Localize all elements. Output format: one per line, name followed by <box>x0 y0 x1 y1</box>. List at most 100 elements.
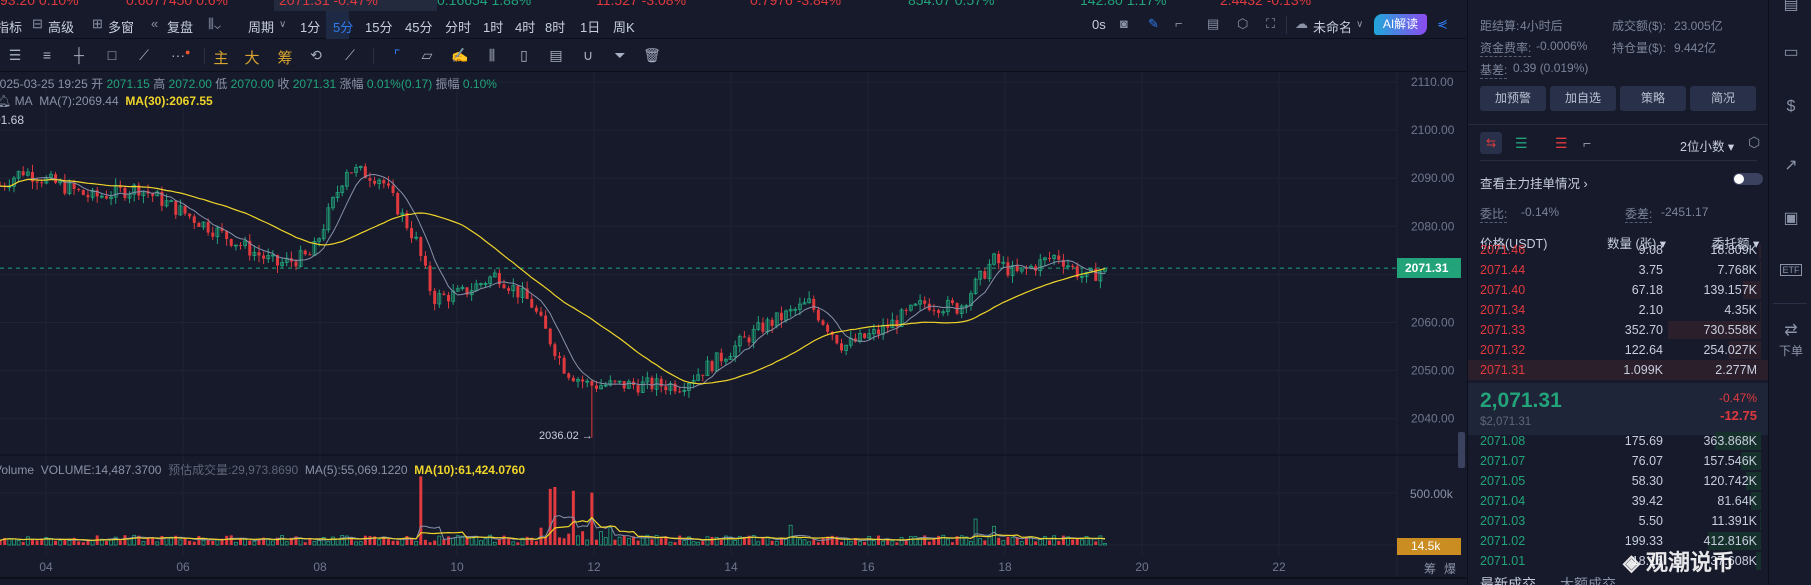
rectangle-icon[interactable]: □ <box>103 47 121 63</box>
volume-bar <box>705 536 710 546</box>
parallel-lines-icon[interactable]: ☰ <box>6 47 24 64</box>
candle <box>983 271 987 279</box>
orderbook-asks-icon[interactable]: ☰ <box>1555 135 1568 152</box>
trash-icon[interactable]: 🗑 <box>643 47 661 64</box>
ruler-icon[interactable]: ▱ <box>418 47 436 64</box>
ai-interpret-button[interactable]: AI解读 <box>1374 14 1427 35</box>
calculator-icon[interactable]: ▤ <box>1207 16 1219 32</box>
period-button[interactable]: 周期 <box>248 17 274 36</box>
candle <box>294 261 298 267</box>
interval-7[interactable]: 8时 <box>545 17 565 36</box>
interval-6[interactable]: 4时 <box>515 17 535 36</box>
big-order-button[interactable]: 大 <box>243 47 261 68</box>
add-frame-icon[interactable]: ⌐ <box>1175 16 1183 31</box>
sync-draw-icon[interactable]: ⟲ <box>307 47 325 64</box>
interval-9[interactable]: 周K <box>613 17 635 36</box>
chart-growth-icon[interactable]: ↗ <box>1779 155 1803 175</box>
interval-8[interactable]: 1日 <box>580 17 600 36</box>
replay-button[interactable]: 复盘 <box>167 17 193 36</box>
ask-row[interactable]: 2071.33 352.70 730.558K <box>1468 320 1769 340</box>
horizontal-line-icon[interactable]: ┼ <box>70 47 88 63</box>
main-orders-toggle[interactable] <box>1733 173 1763 185</box>
bid-row[interactable]: 2071.03 5.50 11.391K <box>1468 511 1769 531</box>
liquidation-label[interactable]: 爆 <box>1444 560 1456 577</box>
tab-large-trades[interactable]: 大额成交 <box>1560 574 1616 585</box>
dollar-icon[interactable]: $ <box>1779 98 1803 116</box>
interval-1[interactable]: 5分 <box>333 17 353 36</box>
brush-icon[interactable]: ⟋ <box>135 47 153 64</box>
add-watchlist-button[interactable]: 加自选 <box>1550 86 1616 111</box>
ask-row[interactable]: 2071.34 2.10 4.35K <box>1468 300 1769 320</box>
bid-row[interactable]: 2071.08 175.69 363.868K <box>1468 431 1769 451</box>
monitor-icon[interactable]: ▣ <box>1779 208 1803 228</box>
orderbook-bids-icon[interactable]: ☰ <box>1515 135 1528 152</box>
document-icon[interactable]: ▭ <box>1779 42 1803 62</box>
interval-5[interactable]: 1时 <box>483 17 503 36</box>
bid-row[interactable]: 2071.07 76.07 157.546K <box>1468 451 1769 471</box>
volume-bar <box>67 540 72 546</box>
ask-row[interactable]: 2071.46 9.08 18.809K <box>1468 244 1769 260</box>
ask-row[interactable]: 2071.31 1.099K 2.277M <box>1468 360 1769 380</box>
etf-icon[interactable]: ETF <box>1780 264 1802 276</box>
main-force-button[interactable]: 主 <box>212 47 230 68</box>
chips-button[interactable]: 筹 <box>276 47 294 68</box>
candle-icon[interactable]: ⫼ <box>483 47 501 64</box>
orderbook-icon[interactable]: ▤ <box>1779 0 1803 14</box>
lock-icon[interactable]: ▯ <box>515 47 533 64</box>
advanced-button[interactable]: 高级 <box>48 17 74 36</box>
volume-bar <box>774 540 779 546</box>
funding-rate-label[interactable]: 资金费率: <box>1480 39 1532 57</box>
bid-row[interactable]: 2071.04 39.42 81.64K <box>1468 491 1769 511</box>
ma-legend[interactable]: 🔔︎ MA MA(7):2069.44 MA(30):2067.55 <box>0 94 213 108</box>
pencil-icon[interactable]: ✎ <box>1148 16 1159 32</box>
fullscreen-icon[interactable]: ⛶ <box>1266 16 1275 32</box>
collapse-panel-handle[interactable] <box>1458 432 1465 468</box>
magnet-icon[interactable]: ∪ <box>579 47 597 64</box>
share-icon[interactable]: ⋞ <box>1437 16 1448 32</box>
note-icon[interactable]: ▤ <box>547 47 565 64</box>
place-order-button[interactable]: 下单 <box>1779 342 1803 359</box>
more-icon[interactable]: ···● <box>171 47 190 63</box>
volume-bar <box>899 537 904 546</box>
ask-row[interactable]: 2071.40 67.18 139.157K <box>1468 280 1769 300</box>
interval-4[interactable]: 分时 <box>445 17 471 36</box>
overview-button[interactable]: 简况 <box>1690 86 1756 111</box>
basis-label[interactable]: 基差: <box>1480 61 1508 79</box>
brush-icon[interactable]: ⟋ <box>341 47 359 64</box>
signature-icon[interactable]: ✍ <box>451 47 469 64</box>
interval-3[interactable]: 45分 <box>405 17 432 36</box>
settings-icon[interactable]: ⬡ <box>1237 16 1248 32</box>
camera-icon[interactable]: ◙ <box>1120 16 1128 31</box>
strategy-button[interactable]: 策略 <box>1620 86 1686 111</box>
decimals-dropdown[interactable]: 2位小数 ▾ <box>1680 136 1734 155</box>
chart-type-icon[interactable]: ⫼⌄ <box>208 16 221 32</box>
bid-row[interactable]: 2071.05 58.30 120.742K <box>1468 471 1769 491</box>
candle <box>516 285 520 298</box>
divider <box>204 48 205 64</box>
candle <box>659 378 663 387</box>
ask-row[interactable]: 2071.44 3.75 7.768K <box>1468 260 1769 280</box>
tab-latest-trades[interactable]: 最新成交 <box>1480 574 1536 585</box>
interval-0[interactable]: 1分 <box>300 17 320 36</box>
layout-name-dropdown[interactable]: 未命名 <box>1313 17 1352 36</box>
volume-bar <box>368 536 372 545</box>
channel-icon[interactable]: ≡ <box>38 47 56 63</box>
swap-icon[interactable]: ⇄ <box>1779 320 1803 340</box>
orderbook-both-icon[interactable]: ⇆ <box>1480 132 1502 154</box>
date-tick-label: 12 <box>587 560 601 574</box>
multi-window-button[interactable]: 多窗 <box>108 17 134 36</box>
ask-row[interactable]: 2071.32 122.64 254.027K <box>1468 340 1769 360</box>
price-tick-label: 2040.00 <box>1411 412 1455 426</box>
volume-bar <box>197 536 201 545</box>
bookmark-icon[interactable]: ⌜ <box>388 47 406 64</box>
candle <box>937 310 941 313</box>
filter-icon[interactable]: ⏷ <box>611 47 629 64</box>
orderbook-popout-icon[interactable]: ⌐ <box>1583 135 1591 151</box>
chips-label[interactable]: 筹 <box>1424 560 1436 577</box>
interval-2[interactable]: 15分 <box>365 17 392 36</box>
indicators-button[interactable]: 指标 <box>0 17 22 36</box>
main-orders-link[interactable]: 查看主力挂单情况 › <box>1480 173 1588 192</box>
settings-icon[interactable]: ⬡ <box>1748 134 1760 151</box>
volume-bar <box>534 541 538 545</box>
add-alert-button[interactable]: 加预警 <box>1480 86 1546 111</box>
